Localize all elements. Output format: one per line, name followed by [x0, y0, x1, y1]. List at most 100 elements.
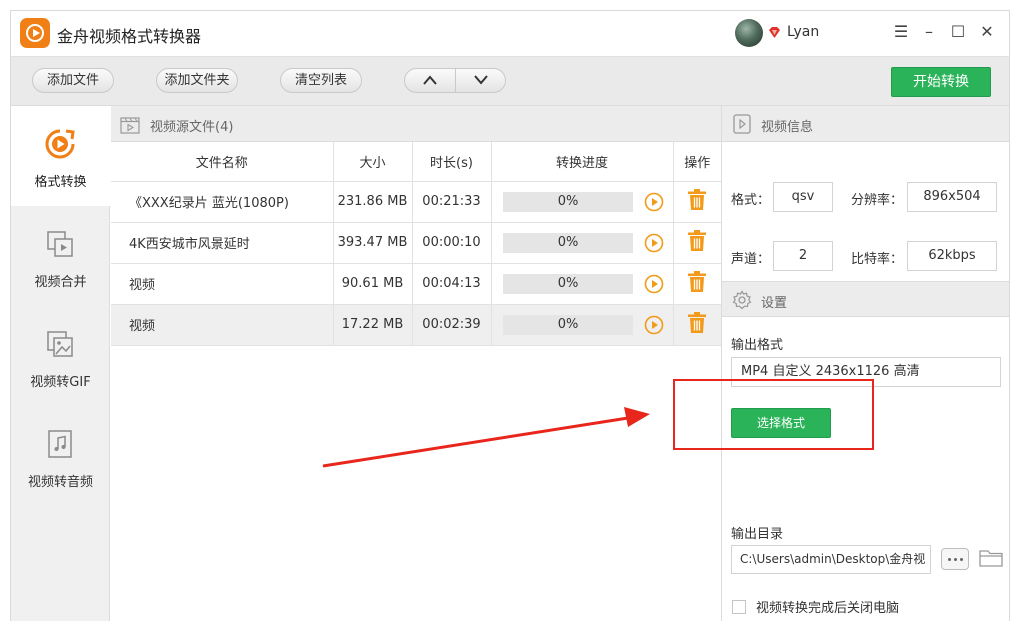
file-size: 231.86 MB	[333, 181, 413, 223]
channels-value: 2	[773, 241, 833, 271]
sidebar-item-video-merge[interactable]: 视频合并	[11, 206, 110, 306]
sidebar: 格式转换 视频合并 视频转GIF 视频转音频	[11, 106, 110, 621]
username[interactable]: Lyan	[787, 24, 819, 40]
file-duration: 00:00:10	[412, 222, 492, 264]
file-list-title: 视频源文件(4)	[150, 120, 234, 135]
action-cell	[673, 304, 721, 346]
file-duration: 00:04:13	[412, 263, 492, 305]
folder-icon[interactable]	[979, 548, 1003, 568]
sidebar-item-label: 视频转音频	[27, 475, 93, 490]
file-list-header: 视频源文件(4)	[111, 106, 721, 142]
sidebar-item-label: 视频合并	[34, 275, 87, 290]
file-size: 393.47 MB	[333, 222, 413, 264]
settings-header: 设置	[722, 281, 1009, 317]
add-file-button[interactable]: 添加文件	[32, 68, 114, 93]
video-merge-icon	[47, 231, 73, 257]
app-window: 金舟视频格式转换器 Lyan ☰ – ☐ ✕ 添加文件 添加文件夹 清空列表 开…	[10, 10, 1010, 621]
vip-diamond-icon	[769, 27, 780, 38]
action-cell	[673, 181, 721, 223]
column-header-progress: 转换进度	[491, 142, 674, 182]
file-name: 4K西安城市风景延时	[111, 222, 334, 264]
format-value: qsv	[773, 182, 833, 212]
output-format-label: 输出格式	[731, 338, 784, 353]
video-info-header: 视频信息	[722, 106, 1009, 142]
settings-title: 设置	[761, 296, 788, 311]
bitrate-label: 比特率：	[851, 252, 904, 267]
shutdown-label: 视频转换完成后关闭电脑	[756, 601, 900, 616]
menu-icon[interactable]: ☰	[891, 22, 911, 42]
play-circle-icon	[45, 129, 75, 159]
progress-cell: 0%	[491, 181, 674, 223]
file-name: 视频	[111, 263, 334, 305]
video-file-icon	[120, 117, 140, 134]
output-dir-label: 输出目录	[731, 527, 784, 542]
play-icon[interactable]	[644, 315, 664, 335]
resolution-label: 分辨率：	[851, 193, 904, 208]
table-row[interactable]: 视频 90.61 MB 00:04:13 0%	[111, 263, 721, 305]
add-folder-button[interactable]: 添加文件夹	[156, 68, 238, 93]
table-row[interactable]: 视频 17.22 MB 00:02:39 0%	[111, 304, 721, 346]
bitrate-value: 62kbps	[907, 241, 997, 271]
close-icon[interactable]: ✕	[977, 22, 997, 42]
progress-text: 0%	[557, 193, 579, 209]
play-icon[interactable]	[644, 192, 664, 212]
music-icon	[48, 430, 72, 458]
maximize-icon[interactable]: ☐	[948, 22, 968, 42]
chevron-up-icon	[423, 75, 437, 85]
file-duration: 00:02:39	[412, 304, 492, 346]
progress-cell: 0%	[491, 263, 674, 305]
move-down-button[interactable]	[456, 69, 505, 92]
trash-icon[interactable]	[687, 270, 707, 293]
action-cell	[673, 222, 721, 264]
file-name: 《XXX纪录片 蓝光(1080P)	[111, 181, 334, 223]
progress-bar: 0%	[503, 273, 633, 294]
channels-label: 声道：	[731, 252, 771, 267]
shutdown-checkbox[interactable]	[732, 600, 746, 614]
column-header-duration: 时长(s)	[412, 142, 492, 182]
sidebar-item-format-convert[interactable]: 格式转换	[11, 106, 110, 206]
sidebar-item-video-to-gif[interactable]: 视频转GIF	[11, 306, 110, 406]
file-list-panel: 视频源文件(4) 文件名称 大小 时长(s) 转换进度 操作 《XXX纪录片 蓝…	[111, 106, 721, 621]
annotation-highlight-box	[673, 379, 874, 450]
trash-icon[interactable]	[687, 229, 707, 252]
gear-icon	[732, 290, 752, 310]
video-info-title: 视频信息	[761, 120, 814, 135]
table-row[interactable]: 4K西安城市风景延时 393.47 MB 00:00:10 0%	[111, 222, 721, 264]
progress-cell: 0%	[491, 222, 674, 264]
browse-more-button[interactable]	[941, 548, 969, 570]
table-row[interactable]: 《XXX纪录片 蓝光(1080P) 231.86 MB 00:21:33 0%	[111, 181, 721, 223]
file-size: 17.22 MB	[333, 304, 413, 346]
clear-list-button[interactable]: 清空列表	[280, 68, 362, 93]
chevron-down-icon	[474, 75, 488, 85]
move-up-button[interactable]	[405, 69, 455, 92]
trash-icon[interactable]	[687, 311, 707, 334]
sidebar-item-label: 视频转GIF	[30, 375, 91, 390]
action-cell	[673, 263, 721, 305]
resolution-value: 896x504	[907, 182, 997, 212]
app-logo-icon	[20, 18, 50, 48]
sidebar-item-video-to-audio[interactable]: 视频转音频	[11, 406, 110, 506]
format-label: 格式：	[731, 193, 771, 208]
progress-text: 0%	[557, 316, 579, 332]
sidebar-item-label: 格式转换	[34, 175, 87, 190]
output-dir-field[interactable]: C:\Users\admin\Desktop\金舟视	[731, 545, 931, 574]
file-name: 视频	[111, 304, 334, 346]
file-table: 文件名称 大小 时长(s) 转换进度 操作 《XXX纪录片 蓝光(1080P) …	[111, 142, 721, 346]
play-icon[interactable]	[644, 274, 664, 294]
trash-icon[interactable]	[687, 188, 707, 211]
minimize-icon[interactable]: –	[919, 22, 939, 42]
move-buttons	[404, 68, 506, 93]
start-convert-button[interactable]: 开始转换	[891, 67, 991, 97]
play-icon[interactable]	[644, 233, 664, 253]
toolbar: 添加文件 添加文件夹 清空列表 开始转换	[11, 56, 1009, 106]
progress-text: 0%	[557, 234, 579, 250]
user-avatar[interactable]	[735, 19, 763, 47]
progress-bar: 0%	[503, 314, 633, 335]
file-duration: 00:21:33	[412, 181, 492, 223]
video-info-icon	[733, 114, 751, 134]
title-bar: 金舟视频格式转换器 Lyan ☰ – ☐ ✕	[11, 11, 1009, 56]
image-icon	[47, 331, 73, 357]
app-title: 金舟视频格式转换器	[57, 27, 202, 46]
column-header-action: 操作	[673, 142, 721, 182]
progress-bar: 0%	[503, 232, 633, 253]
